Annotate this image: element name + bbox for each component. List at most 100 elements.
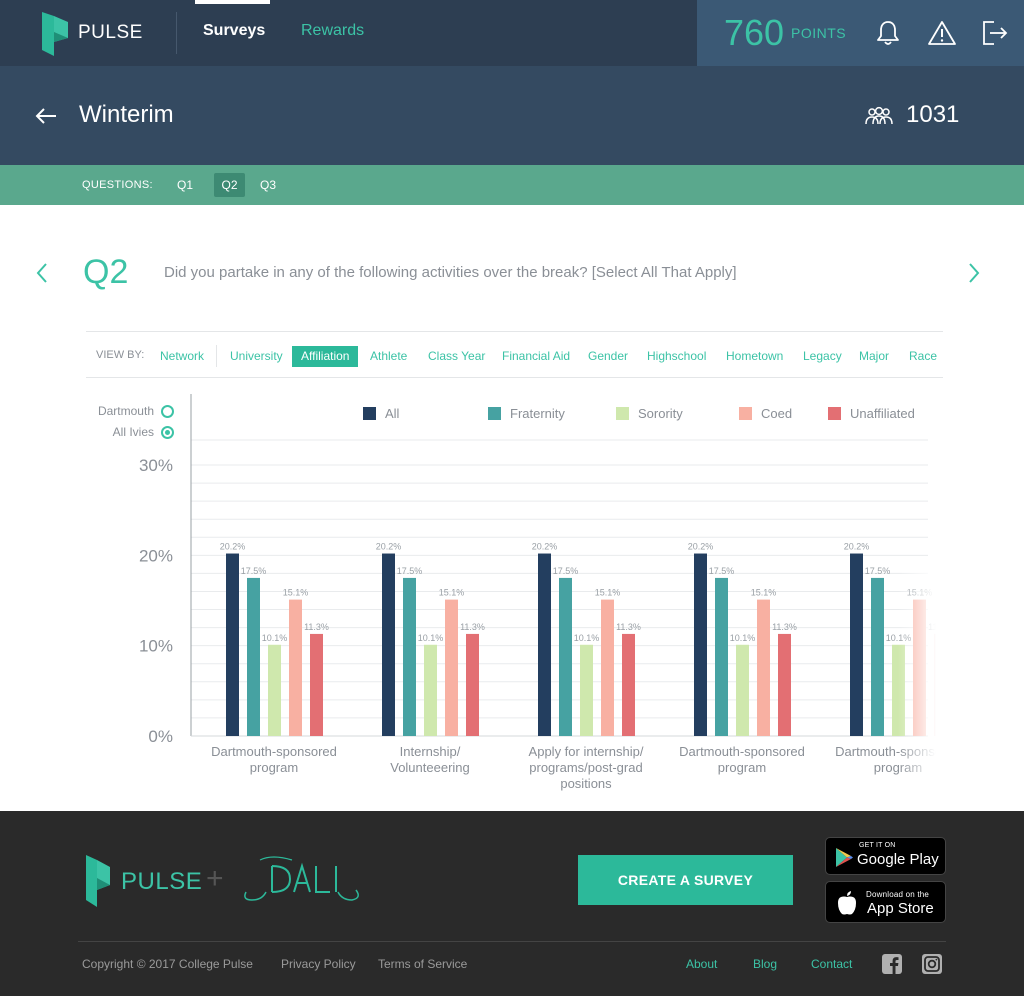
about-link[interactable]: About xyxy=(686,957,717,971)
tab-surveys[interactable]: Surveys xyxy=(203,22,265,40)
legend-label: Fraternity xyxy=(510,406,565,421)
next-question-chevron-icon[interactable] xyxy=(966,262,982,284)
bar-data-label: 20.2% xyxy=(844,542,870,552)
viewby-divider-top xyxy=(86,331,943,332)
app-store-small-text: Download on the xyxy=(866,890,930,899)
y-tick-label: 0% xyxy=(148,727,173,746)
previous-question-chevron-icon[interactable] xyxy=(34,262,50,284)
bar-data-label: 11.3% xyxy=(616,622,641,632)
bar-data-label: 10.1% xyxy=(418,633,444,643)
chart-fade-overlay xyxy=(898,572,936,802)
bar xyxy=(736,644,749,736)
bar-data-label: 10.1% xyxy=(730,633,756,643)
x-category-label: Dartmouth-sponsored xyxy=(679,744,805,759)
bar xyxy=(247,577,260,736)
bar xyxy=(601,599,614,736)
logout-icon[interactable] xyxy=(980,18,1010,48)
bar-data-label: 20.2% xyxy=(220,542,246,552)
x-category-label: program xyxy=(250,760,298,775)
bar xyxy=(268,644,281,736)
viewby-class-year[interactable]: Class Year xyxy=(428,346,485,367)
bar xyxy=(622,633,635,736)
viewby-label: VIEW BY: xyxy=(96,349,145,361)
create-survey-button[interactable]: CREATE A SURVEY xyxy=(578,855,793,905)
bar-data-label: 17.5% xyxy=(397,566,423,576)
bar-data-label: 17.5% xyxy=(709,566,735,576)
bar-data-label: 15.1% xyxy=(283,588,309,598)
bar-data-label: 17.5% xyxy=(553,566,579,576)
points-label: POINTS xyxy=(791,25,847,41)
pulse-logo-icon[interactable] xyxy=(40,12,70,56)
question-text: Did you partake in any of the following … xyxy=(164,264,737,281)
bar xyxy=(559,577,572,736)
viewby-highschool[interactable]: Highschool xyxy=(647,346,706,367)
viewby-financial-aid[interactable]: Financial Aid xyxy=(502,346,570,367)
back-arrow-icon[interactable] xyxy=(34,105,58,127)
x-category-label: Apply for internship/ xyxy=(529,744,644,759)
points-value: 760 xyxy=(724,12,785,53)
x-category-label: Volunteeering xyxy=(390,760,470,775)
x-category-label: positions xyxy=(560,776,612,791)
tab-rewards[interactable]: Rewards xyxy=(301,22,364,40)
bar-data-label: 17.5% xyxy=(241,566,267,576)
bar xyxy=(538,553,551,736)
brand-name[interactable]: PULSE xyxy=(78,22,143,44)
question-tab-q2[interactable]: Q2 xyxy=(214,173,245,197)
bar xyxy=(310,633,323,736)
x-category-label: Dartmouth-sponsored xyxy=(211,744,337,759)
legend-swatch xyxy=(739,407,752,420)
y-tick-label: 30% xyxy=(139,456,173,475)
bar-data-label: 11.3% xyxy=(460,622,485,632)
google-play-icon xyxy=(836,848,853,867)
active-tab-indicator xyxy=(195,0,270,4)
questions-label: QUESTIONS: xyxy=(82,179,153,191)
bar-data-label: 17.5% xyxy=(865,566,891,576)
viewby-university[interactable]: University xyxy=(230,346,283,367)
bar-data-label: 10.1% xyxy=(574,633,600,643)
y-tick-label: 10% xyxy=(139,637,173,656)
bar xyxy=(757,599,770,736)
viewby-gender[interactable]: Gender xyxy=(588,346,628,367)
copyright-text: Copyright © 2017 College Pulse xyxy=(82,957,253,971)
alert-icon[interactable] xyxy=(927,18,957,48)
question-tab-q3[interactable]: Q3 xyxy=(253,173,283,197)
bar xyxy=(382,553,395,736)
blog-link[interactable]: Blog xyxy=(753,957,777,971)
bar-data-label: 15.1% xyxy=(751,588,777,598)
contact-link[interactable]: Contact xyxy=(811,957,852,971)
dali-lab-logo[interactable] xyxy=(242,852,362,904)
legend-label: Sorority xyxy=(638,406,683,421)
instagram-icon[interactable] xyxy=(922,954,942,974)
app-store-big-text: App Store xyxy=(867,900,934,917)
question-number: Q2 xyxy=(83,253,129,291)
y-tick-label: 20% xyxy=(139,546,173,565)
viewby-network[interactable]: Network xyxy=(160,346,204,367)
bar-data-label: 11.3% xyxy=(304,622,329,632)
google-play-button[interactable]: GET IT ON Google Play xyxy=(825,837,946,875)
apple-icon xyxy=(838,891,856,915)
viewby-major[interactable]: Major xyxy=(859,346,889,367)
bar-data-label: 15.1% xyxy=(439,588,465,598)
app-store-button[interactable]: Download on the App Store xyxy=(825,881,946,923)
bar-data-label: 20.2% xyxy=(688,542,714,552)
viewby-affiliation[interactable]: Affiliation xyxy=(292,346,359,367)
bell-icon[interactable] xyxy=(873,18,903,48)
facebook-icon[interactable] xyxy=(882,954,902,974)
x-category-label: program xyxy=(718,760,766,775)
privacy-policy-link[interactable]: Privacy Policy xyxy=(281,957,356,971)
viewby-athlete[interactable]: Athlete xyxy=(370,346,407,367)
x-category-label: Internship/ xyxy=(400,744,461,759)
footer-pulse-logo-icon[interactable] xyxy=(84,855,112,907)
legend-label: Unaffiliated xyxy=(850,406,915,421)
question-tab-q1[interactable]: Q1 xyxy=(170,173,200,197)
viewby-race[interactable]: Race xyxy=(909,346,937,367)
viewby-legacy[interactable]: Legacy xyxy=(803,346,842,367)
bar xyxy=(424,644,437,736)
footer-brand-name: PULSE xyxy=(121,868,203,895)
bar xyxy=(850,553,863,736)
viewby-hometown[interactable]: Hometown xyxy=(726,346,783,367)
bar xyxy=(289,599,302,736)
bar xyxy=(403,577,416,736)
terms-of-service-link[interactable]: Terms of Service xyxy=(378,957,467,971)
legend-swatch xyxy=(616,407,629,420)
